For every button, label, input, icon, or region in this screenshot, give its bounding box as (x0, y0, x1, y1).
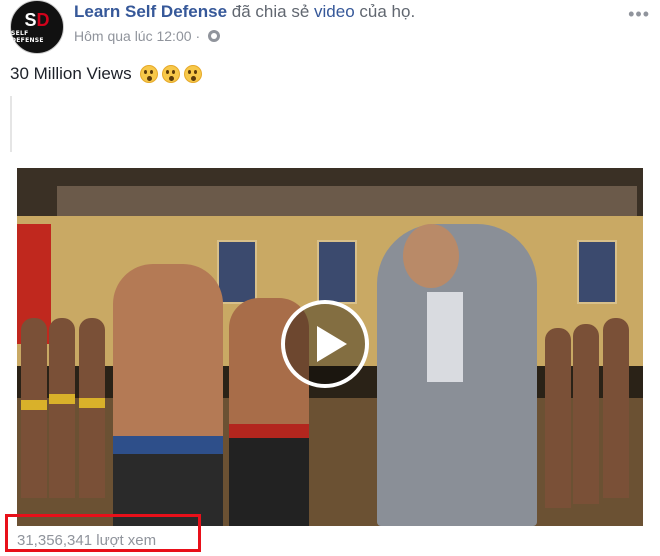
video-player[interactable] (17, 168, 643, 526)
video-scene-belt (113, 436, 223, 454)
post-header: SD SELF DEFENSE Learn Self Defense đã ch… (10, 0, 650, 56)
globe-icon[interactable] (208, 30, 221, 42)
astonished-face-icon (183, 65, 202, 83)
video-scene-panel (577, 240, 617, 304)
video-scene-pants (229, 438, 309, 526)
video-link[interactable]: video (314, 2, 355, 21)
video-scene-belt (49, 394, 75, 404)
avatar-brand-text: SELF DEFENSE (11, 29, 44, 44)
video-scene-student (545, 328, 571, 508)
post-meta: Hôm qua lúc 12:00 · (74, 28, 221, 44)
astonished-face-icon (161, 65, 180, 83)
video-scene-panel (317, 240, 357, 304)
avatar-logo-mark: SD (24, 9, 50, 30)
post-text: 30 Million Views (10, 64, 132, 83)
ellipsis-icon[interactable]: ••• (628, 4, 650, 25)
video-scene-student (49, 318, 75, 498)
video-scene-belt (21, 400, 47, 410)
share-action-text: đã chia sẻ (231, 2, 310, 21)
video-scene-instructor-head (403, 224, 459, 288)
astonished-face-icon (139, 65, 158, 83)
page-name-link[interactable]: Learn Self Defense (74, 2, 227, 21)
highlight-box (5, 514, 201, 552)
video-scene-beam (57, 186, 637, 216)
play-icon[interactable] (281, 300, 369, 388)
share-action-suffix: của họ. (359, 2, 416, 21)
page-avatar[interactable]: SD SELF DEFENSE (10, 0, 64, 54)
video-scene-student (79, 318, 105, 498)
video-scene-panel (217, 240, 257, 304)
video-scene-belt (229, 424, 309, 438)
post-message: 30 Million Views (10, 64, 202, 84)
video-scene-student (573, 324, 599, 504)
meta-separator: · (195, 28, 201, 44)
video-scene-shirt (427, 292, 463, 382)
quote-divider (10, 96, 12, 152)
post-timestamp[interactable]: Hôm qua lúc 12:00 (74, 28, 192, 44)
video-scene-student (603, 318, 629, 498)
post-title-line: Learn Self Defense đã chia sẻ video của … (74, 2, 415, 22)
video-scene-belt (79, 398, 105, 408)
